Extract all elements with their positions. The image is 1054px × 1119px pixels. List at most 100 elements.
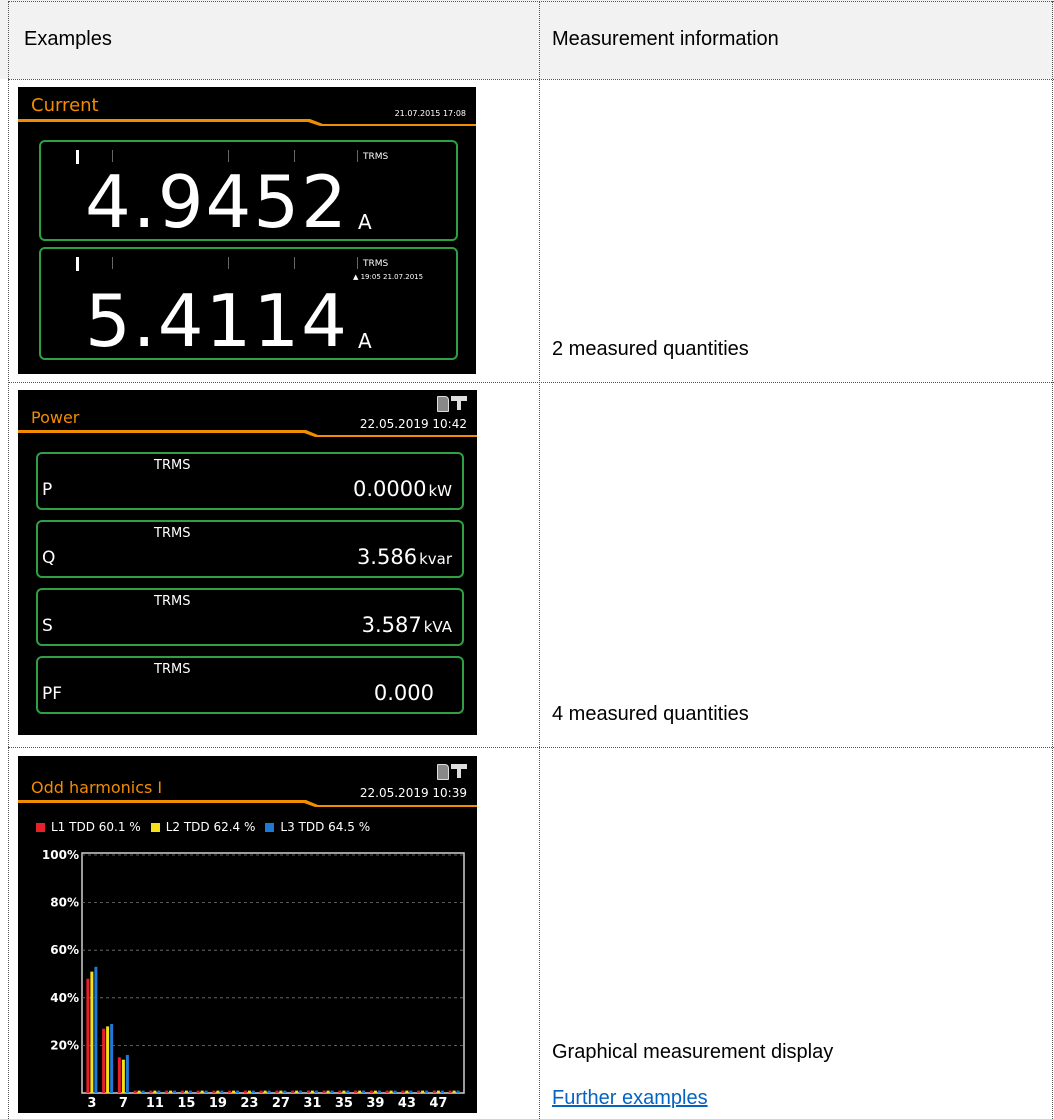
info-row-1: 2 measured quantities: [552, 338, 749, 360]
bar-l1: [243, 1090, 247, 1093]
quantity-value: 3.587: [361, 613, 422, 637]
scale-tick: [357, 150, 358, 162]
bar-l1: [102, 1028, 106, 1093]
bar-l2: [421, 1090, 425, 1093]
mode-label: TRMS: [154, 458, 191, 473]
status-icons: [437, 396, 467, 412]
sd-card-icon: [437, 396, 449, 412]
title-underline: [18, 430, 477, 437]
quantity-value-wrap: 0.0000 kW: [353, 477, 452, 501]
x-tick-label: 11: [146, 1096, 164, 1111]
x-tick-label: 43: [398, 1096, 416, 1111]
quantity-value-wrap: 0.000: [374, 681, 436, 705]
harmonics-chart: 100% 80% 60% 40% 20% 3 7 11 15 19 23 27 31 35 39 43 47: [42, 848, 465, 1111]
row-divider: [8, 79, 1054, 80]
bar-l1: [417, 1090, 421, 1093]
bar-l1: [196, 1090, 200, 1093]
quantity-value-wrap: 3.586 kvar: [357, 545, 452, 569]
bar-l2: [121, 1059, 125, 1093]
screen-title: Current: [31, 95, 99, 116]
bar-l2: [169, 1090, 173, 1093]
bar-l1: [306, 1090, 310, 1093]
bar-l1: [117, 1057, 121, 1093]
quantity-label: [76, 150, 79, 164]
bar-l3: [283, 1090, 287, 1093]
bar-l1: [275, 1090, 279, 1093]
quantity-box-q: TRMS Q 3.586 kvar: [36, 520, 464, 578]
quantity-unit: kvar: [419, 550, 452, 568]
info-row-3: Graphical measurement display: [552, 1041, 834, 1063]
quantity-value: 0.0000: [352, 477, 427, 501]
screen-datetime: 22.05.2019 10:42: [359, 417, 467, 431]
x-tick-label: 35: [335, 1096, 353, 1111]
quantity-label: P: [42, 480, 53, 500]
bar-l2: [310, 1090, 314, 1093]
bar-l3: [267, 1090, 271, 1093]
bar-l3: [456, 1090, 460, 1093]
info-row-2: 4 measured quantities: [552, 703, 749, 725]
quantity-value: 3.586: [356, 545, 418, 569]
bar-l2: [405, 1090, 409, 1093]
y-tick-label: 80%: [50, 896, 79, 910]
harmonics-screen: Odd harmonics I 22.05.2019 10:39 L1 TDD …: [18, 756, 477, 1113]
bar-l2: [200, 1090, 204, 1093]
bar-l3: [314, 1090, 318, 1093]
network-icon: [451, 396, 467, 410]
bar-l2: [216, 1090, 220, 1093]
header-measurement-information: Measurement information: [552, 28, 779, 50]
bar-l1: [165, 1090, 169, 1093]
bar-l1: [180, 1090, 184, 1093]
title-underline: [18, 119, 476, 126]
bar-l3: [220, 1090, 224, 1093]
bar-l3: [125, 1054, 129, 1093]
x-tick-label: 27: [272, 1096, 290, 1111]
bar-l3: [346, 1090, 350, 1093]
y-tick-label: 40%: [50, 991, 79, 1005]
quantity-value-wrap: 3.587 kVA: [362, 613, 452, 637]
bar-l2: [232, 1090, 236, 1093]
bar-l3: [425, 1090, 429, 1093]
bar-l1: [448, 1090, 452, 1093]
x-tick-label: 15: [177, 1096, 195, 1111]
bar-l3: [236, 1090, 240, 1093]
mode-label: TRMS: [363, 259, 389, 269]
bar-l2: [326, 1090, 330, 1093]
quantity-label: PF: [42, 684, 63, 704]
bar-l3: [157, 1090, 161, 1093]
x-tick-label: 3: [87, 1096, 96, 1111]
scale-tick: [357, 257, 358, 269]
bar-l3: [173, 1090, 177, 1093]
further-examples-link[interactable]: Further examples: [552, 1087, 708, 1110]
quantity-label: S: [42, 616, 53, 636]
scale-tick: [294, 257, 295, 269]
table-border-top: [8, 1, 1054, 2]
bar-l1: [228, 1090, 232, 1093]
quantity-value: 0.000: [373, 681, 434, 705]
quantity-label: [76, 257, 79, 271]
bar-l3: [393, 1090, 397, 1093]
bar-l2: [358, 1090, 362, 1093]
bar-l3: [251, 1090, 255, 1093]
bar-l3: [299, 1090, 303, 1093]
bar-l2: [389, 1090, 393, 1093]
bar-l1: [369, 1090, 373, 1093]
bar-l3: [377, 1090, 381, 1093]
screen-title: Power: [31, 408, 80, 427]
x-tick-label: 39: [366, 1096, 384, 1111]
max-timestamp: ▲ 19:05 21.07.2015: [353, 273, 424, 281]
bar-l2: [263, 1090, 267, 1093]
bar-l2: [373, 1090, 377, 1093]
quantity-unit: kVA: [423, 618, 452, 636]
bar-l2: [137, 1090, 141, 1093]
mode-label: TRMS: [154, 662, 191, 677]
mode-label: TRMS: [154, 526, 191, 541]
bar-l1: [354, 1090, 358, 1093]
bar-l1: [86, 978, 90, 1093]
bar-l1: [401, 1090, 405, 1093]
bar-l3: [362, 1090, 366, 1093]
quantity-label: Q: [42, 548, 56, 568]
x-tick-label: 47: [429, 1096, 447, 1111]
quantity-box-s: TRMS S 3.587 kVA: [36, 588, 464, 646]
table-header-row: [0, 0, 1054, 79]
bar-l3: [110, 1023, 114, 1093]
